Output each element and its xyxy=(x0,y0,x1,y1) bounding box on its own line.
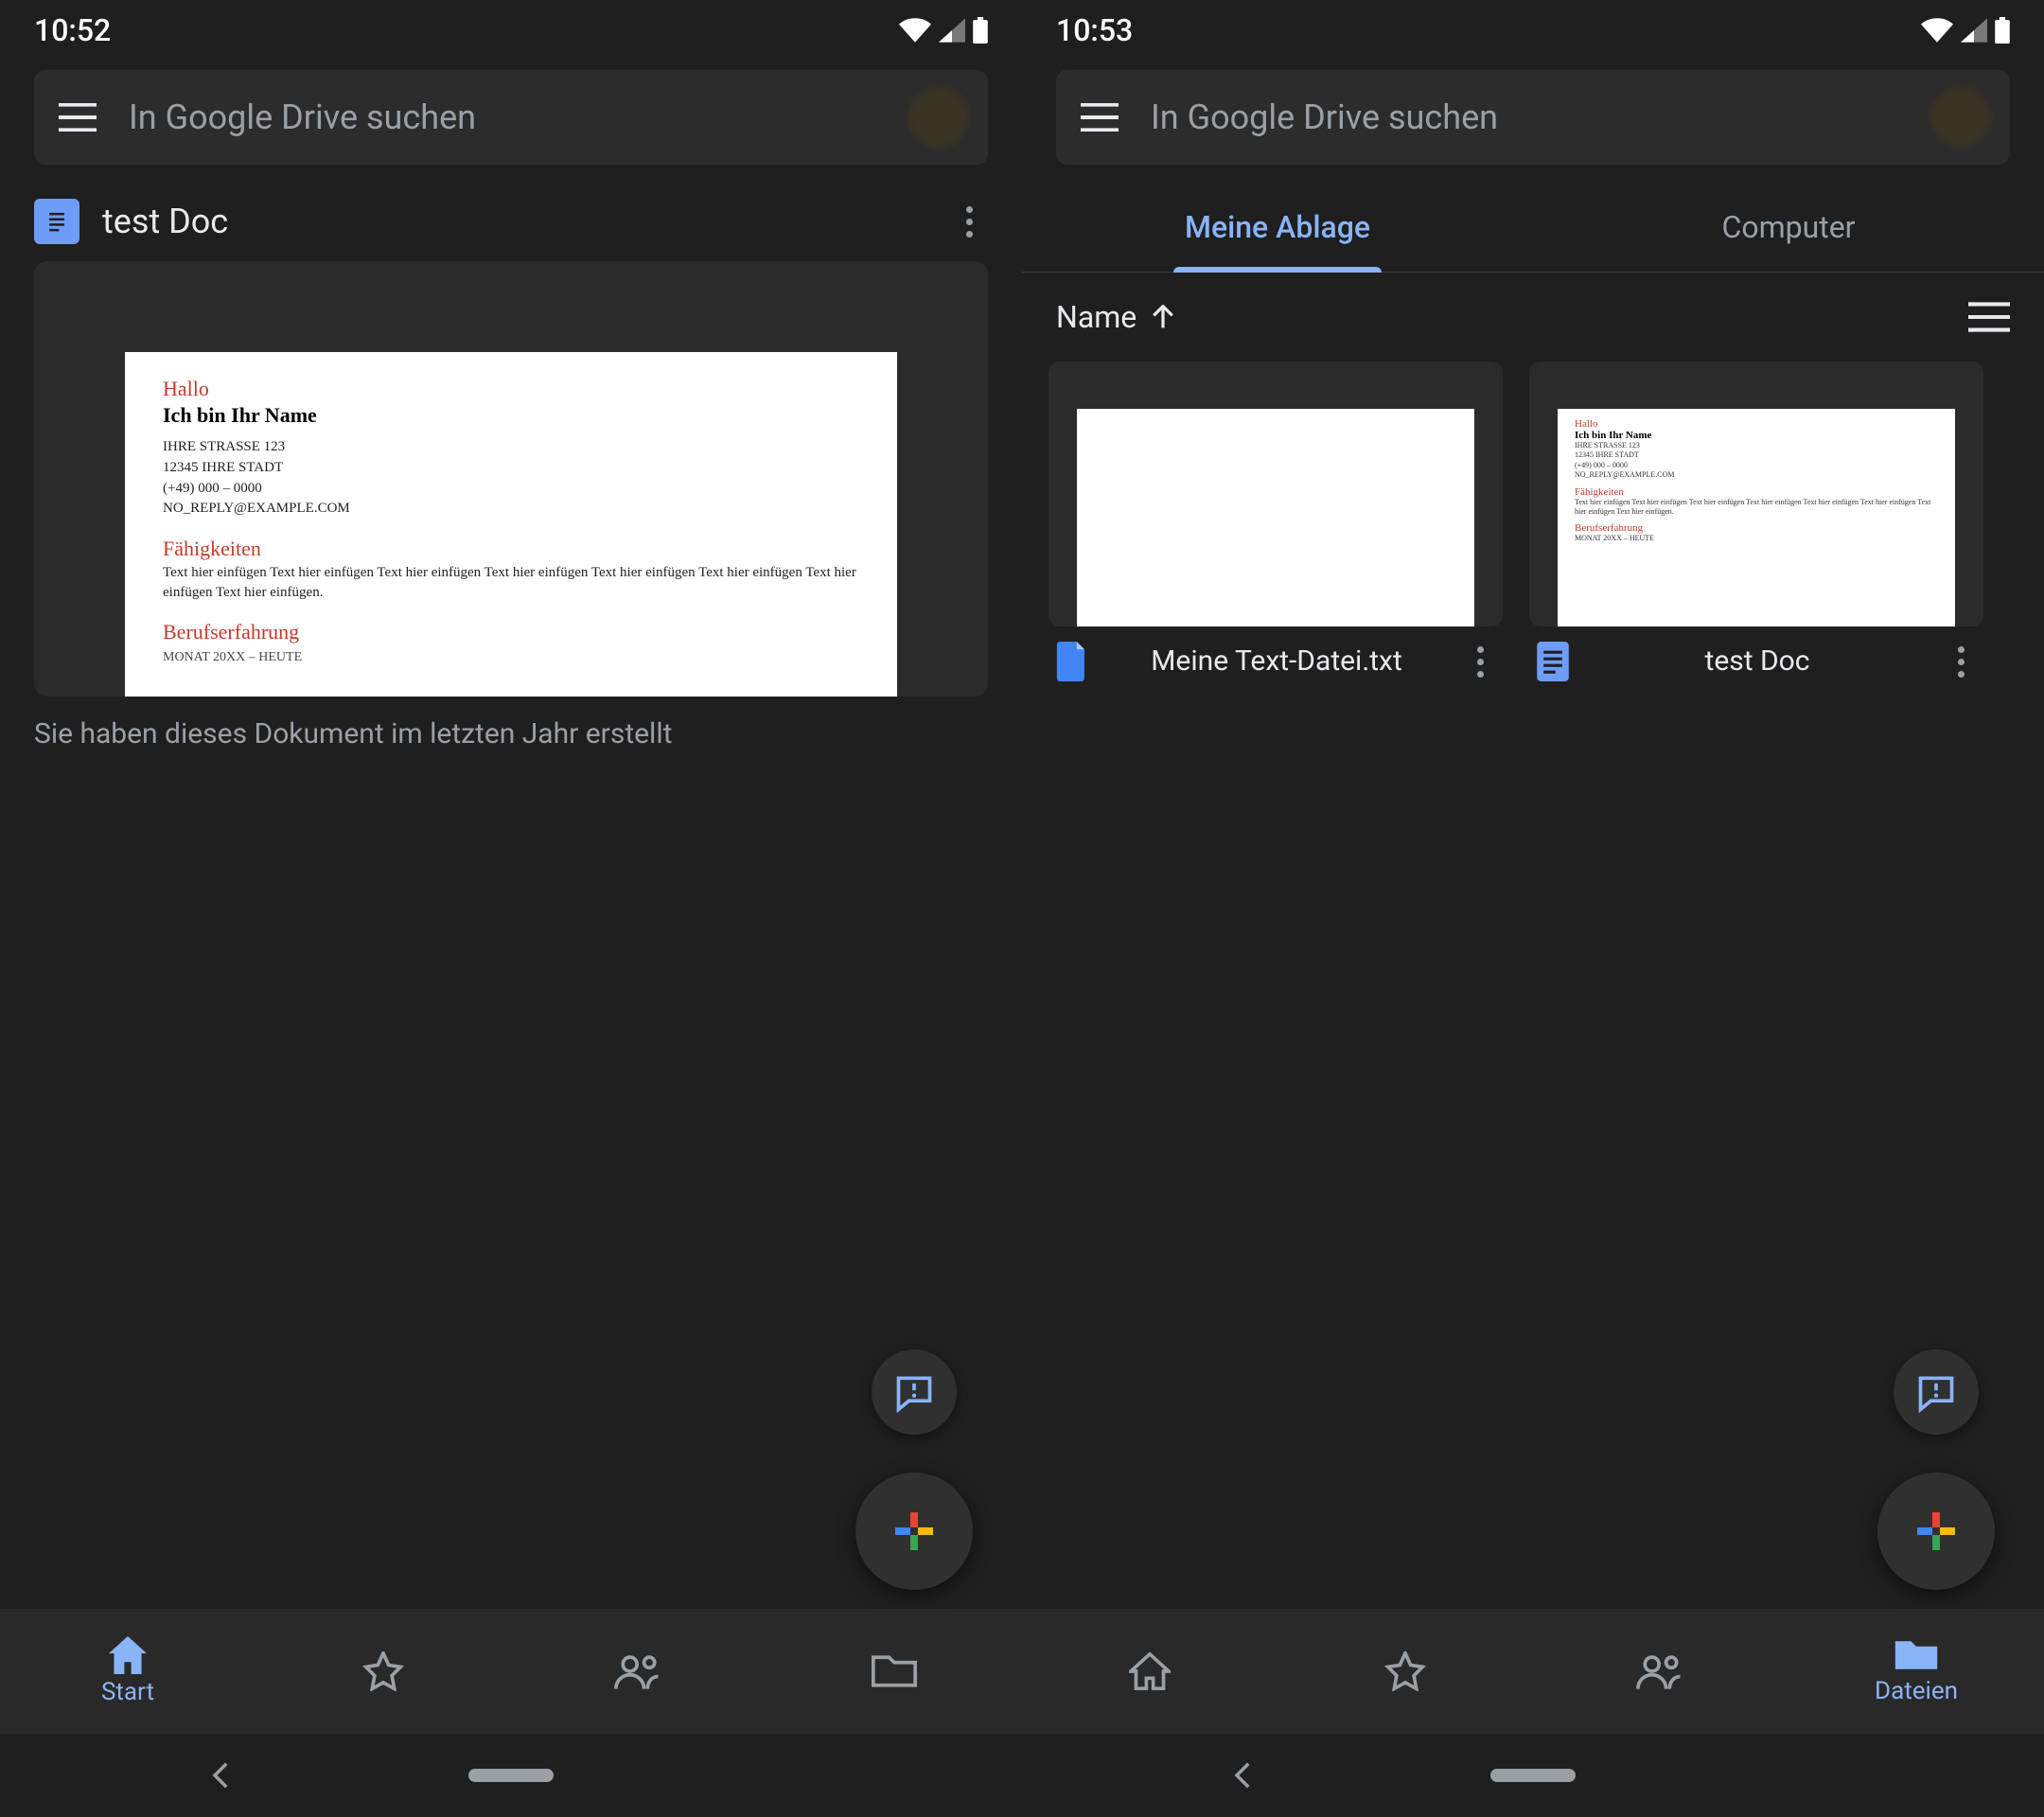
sort-row: Name xyxy=(1022,273,2044,343)
wifi-icon xyxy=(1921,18,1953,43)
doc-preview: Hallo Ich bin Ihr Name IHRE STRASSE 123 … xyxy=(125,352,897,697)
back-button[interactable] xyxy=(208,1762,235,1789)
feedback-fab[interactable] xyxy=(1894,1350,1979,1435)
nav-files[interactable]: Dateien xyxy=(1788,1609,2044,1734)
nav-starred[interactable] xyxy=(256,1609,511,1734)
file-tile[interactable]: Meine Text-Datei.txt xyxy=(1048,362,1503,685)
suggested-card[interactable]: Hallo Ich bin Ihr Name IHRE STRASSE 123 … xyxy=(34,261,988,697)
nav-files-label: Dateien xyxy=(1875,1677,1958,1705)
bottom-nav: Dateien xyxy=(1022,1609,2044,1734)
home-icon xyxy=(107,1636,149,1674)
nav-files[interactable] xyxy=(766,1609,1022,1734)
feedback-fab[interactable] xyxy=(872,1350,957,1435)
sort-label: Name xyxy=(1056,299,1137,335)
gesture-pill[interactable] xyxy=(1490,1769,1576,1782)
doc-email: NO_REPLY@EXAMPLE.COM xyxy=(163,499,859,520)
doc-phone: (+49) 000 – 0000 xyxy=(163,479,859,500)
list-view-icon xyxy=(1968,301,2010,333)
system-nav xyxy=(0,1734,1022,1817)
doc-greeting: Hallo xyxy=(163,377,859,401)
search-bar[interactable]: In Google Drive suchen xyxy=(34,70,988,165)
star-icon xyxy=(1384,1651,1426,1691)
sort-button[interactable]: Name xyxy=(1056,299,1174,335)
file-grid: Meine Text-Datei.txt Hallo Ich bin Ihr N… xyxy=(1022,343,2044,704)
search-placeholder: In Google Drive suchen xyxy=(129,97,882,137)
status-bar: 10:52 xyxy=(0,0,1022,61)
nav-start-label: Start xyxy=(101,1678,154,1706)
gesture-pill[interactable] xyxy=(468,1769,554,1782)
tabs: Meine Ablage Computer xyxy=(1022,182,2044,273)
new-fab[interactable] xyxy=(1877,1473,1995,1590)
cell-icon xyxy=(1961,18,1987,43)
doc-address1: IHRE STRASSE 123 xyxy=(163,437,859,458)
cell-icon xyxy=(939,18,965,43)
file-tile[interactable]: Hallo Ich bin Ihr Name IHRE STRASSE 123 … xyxy=(1529,362,1983,685)
hamburger-icon[interactable] xyxy=(53,103,102,132)
file-more-button[interactable] xyxy=(1942,643,1980,680)
plus-color-icon xyxy=(1913,1508,1959,1554)
account-avatar[interactable] xyxy=(1930,87,1991,148)
file-thumbnail: Hallo Ich bin Ihr Name IHRE STRASSE 123 … xyxy=(1529,362,1983,626)
star-icon xyxy=(362,1651,404,1691)
chat-alert-icon xyxy=(1915,1371,1957,1413)
file-name: Meine Text-Datei.txt xyxy=(1105,644,1448,679)
nav-starred[interactable] xyxy=(1278,1609,1533,1734)
status-indicators xyxy=(899,17,988,44)
tab-computer[interactable]: Computer xyxy=(1533,182,2044,272)
status-time: 10:52 xyxy=(34,12,111,48)
doc-address2: 12345 IHRE STADT xyxy=(163,458,859,479)
battery-icon xyxy=(1995,17,2010,44)
more-options-button[interactable] xyxy=(950,203,988,240)
chat-alert-icon xyxy=(893,1371,935,1413)
file-more-button[interactable] xyxy=(1461,643,1499,680)
nav-shared[interactable] xyxy=(1533,1609,1788,1734)
folder-icon xyxy=(872,1653,917,1689)
doc-exp-heading: Berufserfahrung xyxy=(163,620,859,644)
search-placeholder: In Google Drive suchen xyxy=(1151,97,1904,137)
nav-start[interactable] xyxy=(1022,1609,1278,1734)
view-toggle-button[interactable] xyxy=(1968,301,2010,333)
fab-column xyxy=(1877,1350,1995,1590)
battery-icon xyxy=(973,17,988,44)
system-nav xyxy=(1022,1734,2044,1817)
blank-doc-preview xyxy=(1077,409,1474,626)
doc-preview-small: Hallo Ich bin Ihr Name IHRE STRASSE 123 … xyxy=(1558,409,1955,626)
doc-skills-body: Text hier einfügen Text hier einfügen Te… xyxy=(163,563,859,603)
google-docs-icon xyxy=(1533,638,1573,685)
fab-column xyxy=(855,1350,973,1590)
new-fab[interactable] xyxy=(855,1473,973,1590)
status-bar: 10:53 xyxy=(1022,0,2044,61)
file-name: test Doc xyxy=(1586,644,1929,679)
arrow-up-icon xyxy=(1152,305,1174,329)
back-button[interactable] xyxy=(1230,1762,1257,1789)
screenshot-left: 10:52 In Google Drive suchen test Doc H xyxy=(0,0,1022,1817)
status-time: 10:53 xyxy=(1056,12,1133,48)
file-thumbnail xyxy=(1048,362,1503,626)
google-docs-icon xyxy=(34,199,79,244)
suggested-header: test Doc xyxy=(0,182,1022,248)
screenshot-right: 10:53 In Google Drive suchen Meine Ablag… xyxy=(1022,0,2044,1817)
search-bar[interactable]: In Google Drive suchen xyxy=(1056,70,2010,165)
doc-skills-heading: Fähigkeiten xyxy=(163,537,859,561)
doc-name-line: Ich bin Ihr Name xyxy=(163,403,859,428)
people-icon xyxy=(1636,1653,1685,1689)
status-indicators xyxy=(1921,17,2010,44)
hamburger-icon[interactable] xyxy=(1075,103,1124,132)
doc-exp-meta: MONAT 20XX – HEUTE xyxy=(163,650,859,665)
folder-icon xyxy=(1894,1637,1939,1673)
home-icon xyxy=(1129,1652,1171,1690)
nav-shared[interactable] xyxy=(511,1609,766,1734)
suggested-title[interactable]: test Doc xyxy=(102,202,927,241)
plus-color-icon xyxy=(891,1508,937,1554)
people-icon xyxy=(614,1653,663,1689)
wifi-icon xyxy=(899,18,931,43)
tab-my-drive[interactable]: Meine Ablage xyxy=(1022,182,1533,272)
account-avatar[interactable] xyxy=(908,87,969,148)
suggested-caption: Sie haben dieses Dokument im letzten Jah… xyxy=(0,697,1022,771)
nav-start[interactable]: Start xyxy=(0,1609,256,1734)
file-icon xyxy=(1052,638,1092,685)
bottom-nav: Start xyxy=(0,1609,1022,1734)
